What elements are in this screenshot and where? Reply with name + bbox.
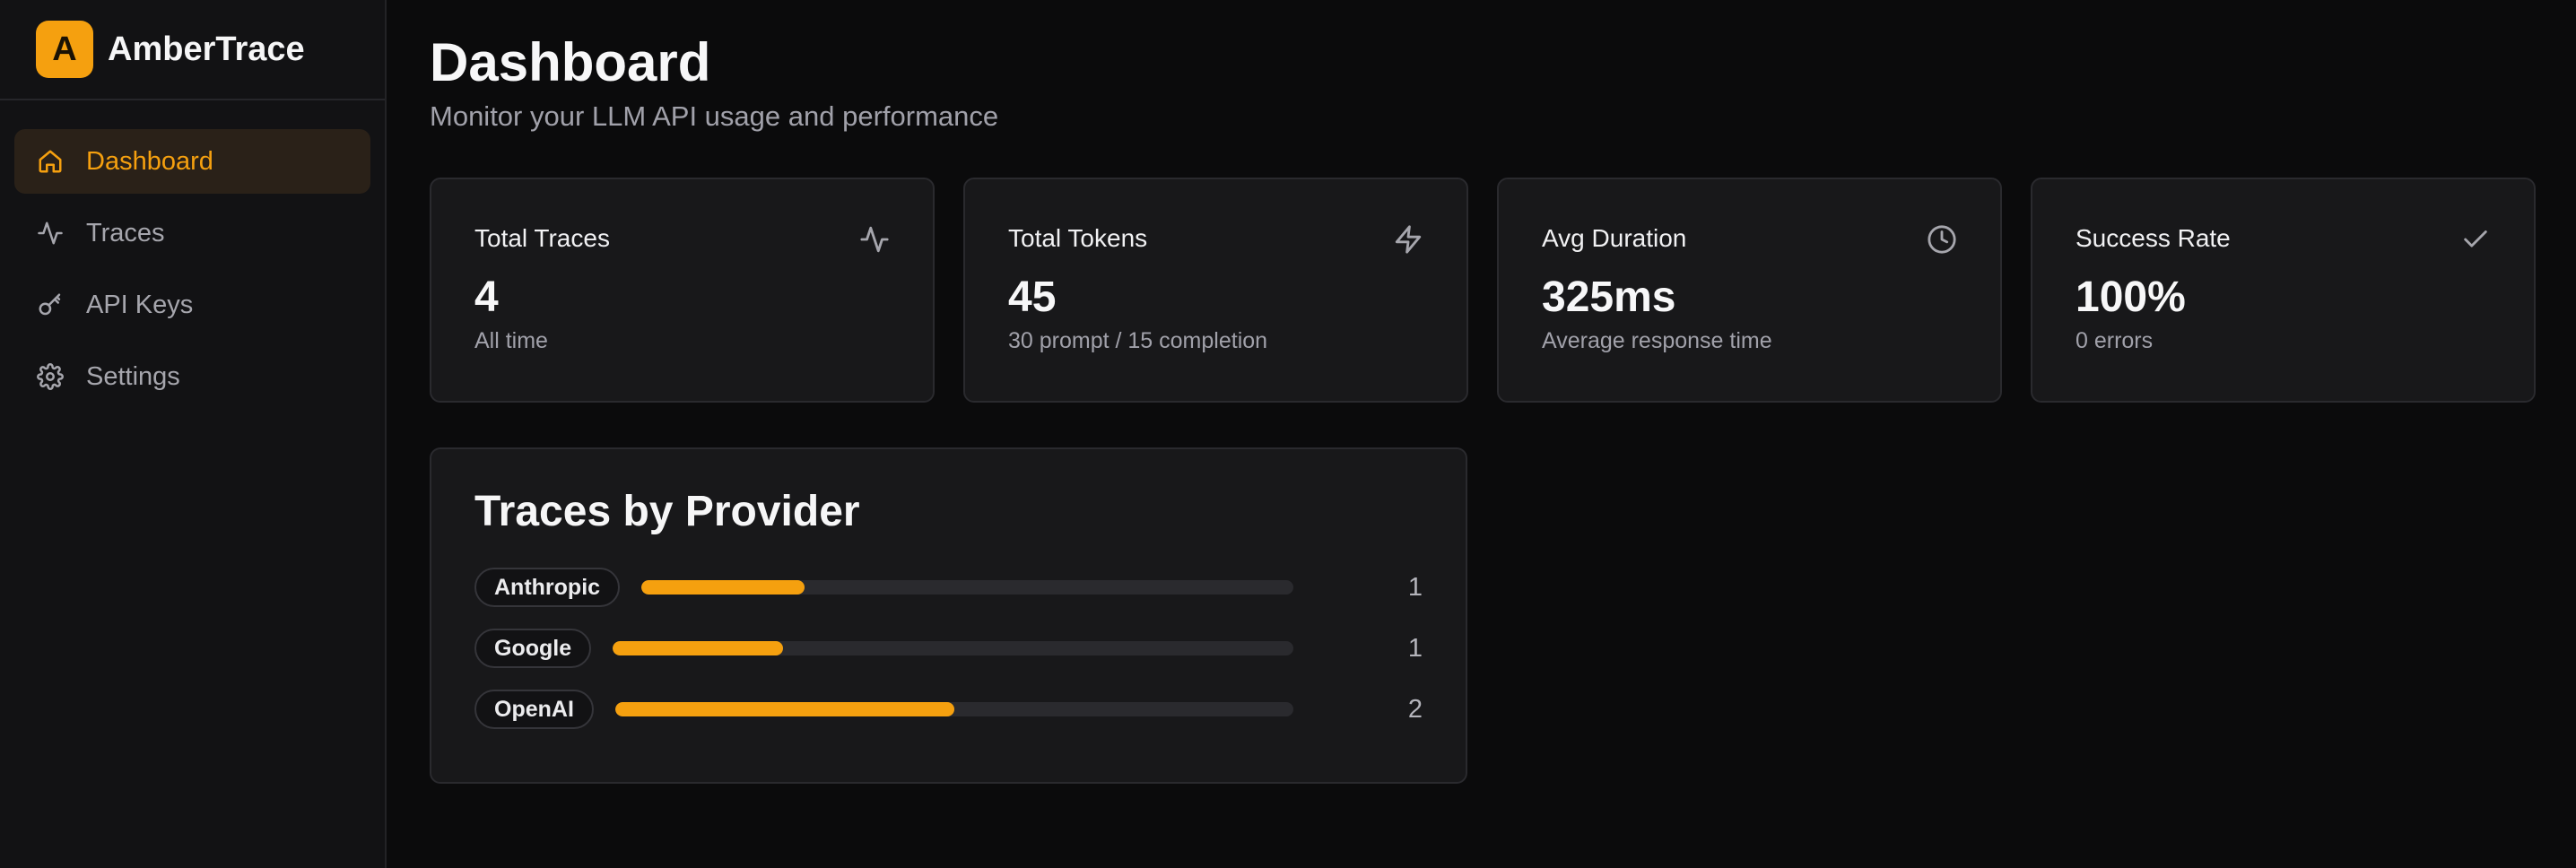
provider-badge: Google (474, 629, 592, 668)
provider-row: Anthropic 1 (474, 567, 1423, 608)
provider-bar-track (613, 641, 1293, 655)
stat-subtext: Average response time (1542, 328, 1772, 353)
stat-value: 4 (474, 273, 499, 321)
key-icon (36, 291, 65, 319)
provider-bar-fill (613, 641, 783, 655)
stat-label: Success Rate (2076, 224, 2231, 252)
sidebar-item-settings[interactable]: Settings (14, 344, 370, 409)
provider-count: 2 (1407, 694, 1423, 724)
gear-icon (36, 362, 65, 391)
stat-subtext: All time (474, 328, 548, 353)
traces-by-provider-card: Traces by Provider Anthropic 1 Google 1 … (430, 447, 1467, 784)
provider-count: 1 (1407, 572, 1423, 602)
page-title: Dashboard (430, 32, 711, 92)
provider-count: 1 (1407, 633, 1423, 663)
sidebar: A AmberTrace Dashboard Traces API Keys S… (0, 0, 387, 868)
stat-value: 45 (1008, 273, 1057, 321)
sidebar-item-api-keys[interactable]: API Keys (14, 273, 370, 337)
sidebar-item-label: Traces (86, 218, 165, 247)
check-icon (2460, 224, 2491, 255)
sidebar-item-label: Settings (86, 361, 180, 391)
stat-label: Avg Duration (1542, 224, 1687, 252)
brand-logo: A (36, 21, 93, 78)
brand-name: AmberTrace (108, 30, 305, 68)
provider-bar-track (615, 702, 1293, 716)
stat-value: 100% (2076, 273, 2186, 321)
stat-card-total-tokens: Total Tokens 45 30 prompt / 15 completio… (963, 178, 1468, 403)
page-subtitle: Monitor your LLM API usage and performan… (430, 100, 999, 132)
stat-card-total-traces: Total Traces 4 All time (430, 178, 935, 403)
provider-bar-fill (615, 702, 954, 716)
provider-list: Anthropic 1 Google 1 OpenAI 2 (474, 567, 1423, 730)
provider-row: Google 1 (474, 628, 1423, 669)
sidebar-item-traces[interactable]: Traces (14, 201, 370, 265)
stat-card-avg-duration: Avg Duration 325ms Average response time (1497, 178, 2002, 403)
sidebar-item-label: Dashboard (86, 146, 213, 176)
provider-badge: OpenAI (474, 690, 594, 729)
sidebar-item-label: API Keys (86, 290, 194, 319)
activity-icon (36, 219, 65, 247)
stats-row: Total Traces 4 All time Total Tokens 45 … (430, 178, 2536, 403)
provider-bar-fill (641, 580, 805, 595)
app-root: A AmberTrace Dashboard Traces API Keys S… (0, 0, 2576, 868)
activity-icon (859, 224, 890, 255)
main-content: Dashboard Monitor your LLM API usage and… (387, 0, 2576, 868)
stat-value: 325ms (1542, 273, 1676, 321)
sidebar-nav: Dashboard Traces API Keys Settings (0, 100, 385, 409)
sidebar-item-dashboard[interactable]: Dashboard (14, 129, 370, 194)
brand[interactable]: A AmberTrace (0, 0, 385, 100)
stat-card-success-rate: Success Rate 100% 0 errors (2031, 178, 2536, 403)
provider-bar-track (641, 580, 1293, 595)
home-icon (36, 147, 65, 176)
provider-row: OpenAI 2 (474, 689, 1423, 730)
section-title: Traces by Provider (474, 488, 860, 535)
stat-subtext: 30 prompt / 15 completion (1008, 328, 1268, 353)
stat-label: Total Traces (474, 224, 610, 252)
provider-badge: Anthropic (474, 568, 621, 607)
stat-label: Total Tokens (1008, 224, 1148, 252)
stat-subtext: 0 errors (2076, 328, 2154, 353)
lightning-icon (1393, 224, 1423, 255)
clock-icon (1927, 224, 1957, 255)
